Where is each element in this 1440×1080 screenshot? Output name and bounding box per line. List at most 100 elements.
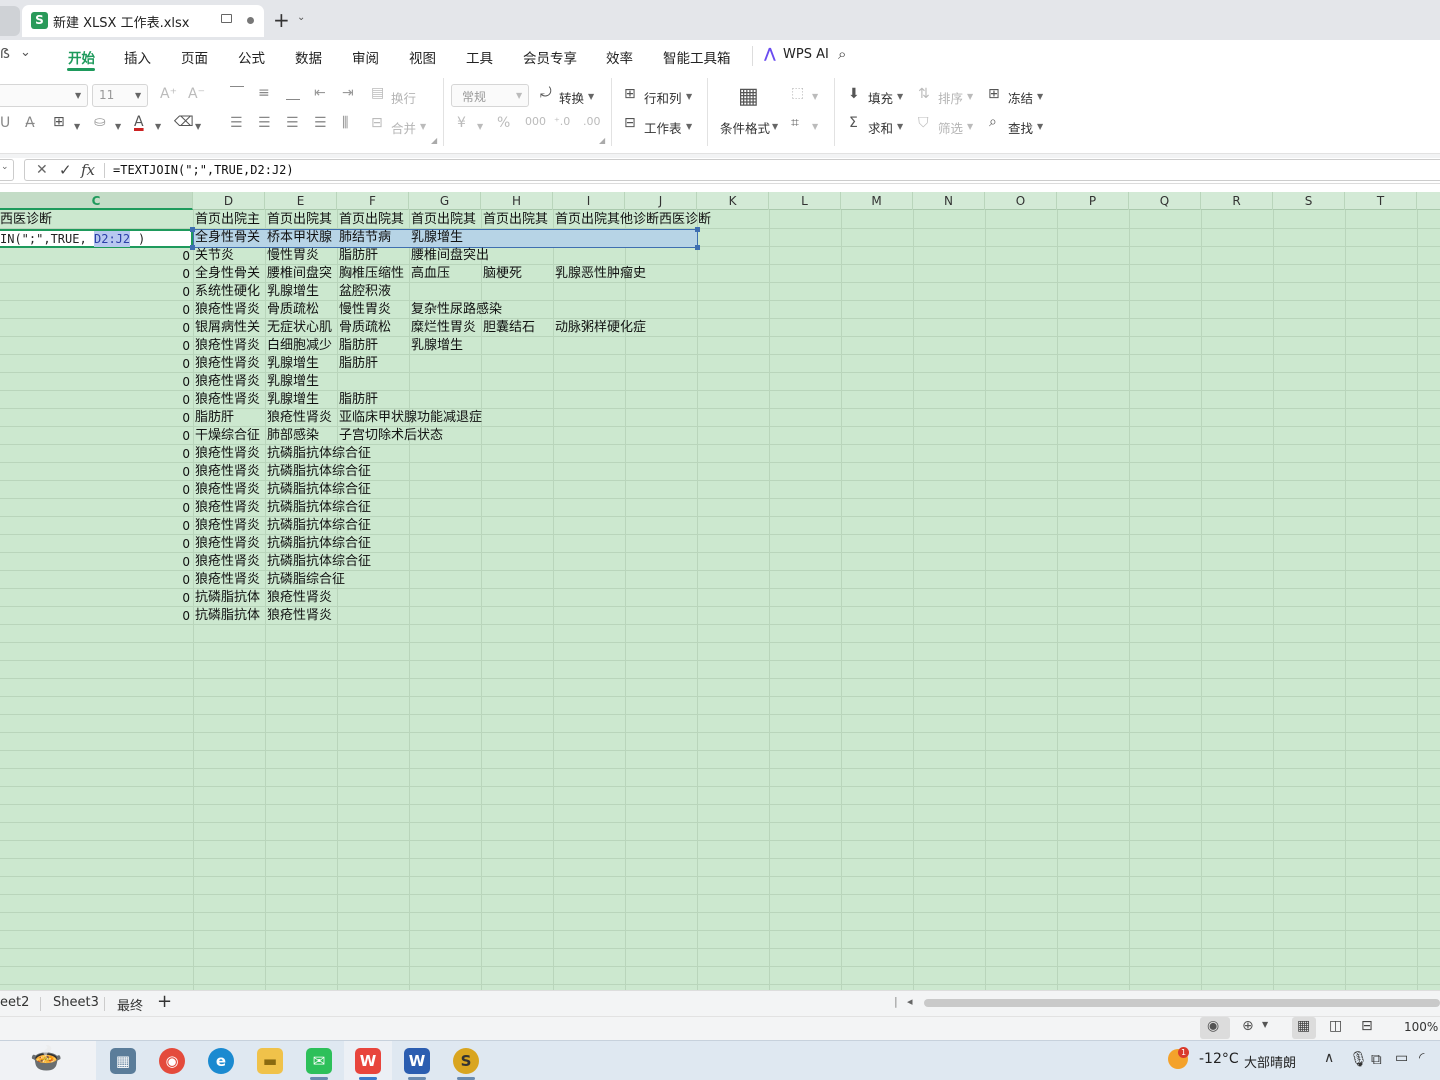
chevron-up-icon[interactable]: ∧ — [1324, 1050, 1334, 1066]
menu-efficiency[interactable]: 效率 — [606, 47, 633, 67]
sheet-tab-sheet3[interactable]: Sheet3 — [53, 995, 99, 1010]
battery-icon[interactable]: ▭ — [1395, 1050, 1408, 1066]
chevron-down-icon[interactable]: ▼ — [420, 122, 426, 131]
cell-d[interactable]: 抗磷脂抗体 — [195, 607, 265, 625]
page-layout-icon[interactable]: ◫ — [1329, 1018, 1342, 1034]
chevron-down-icon[interactable]: ▼ — [477, 122, 483, 131]
cell-c[interactable]: 0 — [0, 517, 190, 535]
unsaved-dot-icon[interactable] — [247, 17, 254, 24]
cell-c[interactable]: 0 — [0, 409, 190, 427]
cell-e[interactable]: 乳腺增生 — [267, 355, 337, 373]
rows-columns-button[interactable]: 行和列 — [644, 88, 682, 107]
strikethrough-icon[interactable]: A̶ — [25, 115, 35, 131]
cell-d[interactable]: 脂肪肝 — [195, 409, 265, 427]
wifi-icon[interactable]: ◜ — [1419, 1050, 1424, 1066]
cell-e[interactable]: 狼疮性肾炎 — [267, 409, 337, 427]
cell-g[interactable]: 糜烂性胃炎 — [411, 319, 481, 337]
distribute-icon[interactable]: ⫼ — [342, 115, 348, 131]
worksheet-button[interactable]: 工作表 — [644, 118, 682, 137]
conditional-format-button[interactable]: 条件格式 — [720, 118, 770, 137]
cell-i[interactable] — [555, 517, 755, 535]
cell-i[interactable] — [555, 589, 755, 607]
border-icon[interactable]: ⊞ — [53, 114, 65, 130]
merge-button[interactable]: 合并 — [391, 118, 416, 137]
sheet-tab-final[interactable]: 最终 — [117, 995, 143, 1014]
chevron-down-icon[interactable]: ▼ — [686, 92, 692, 101]
cell-e[interactable]: 乳腺增生 — [267, 391, 337, 409]
chevron-down-icon[interactable]: ▼ — [1037, 122, 1043, 131]
cell-c[interactable]: 0 — [0, 283, 190, 301]
menu-data[interactable]: 数据 — [295, 47, 322, 67]
cell-e[interactable]: 慢性胃炎 — [267, 247, 337, 265]
menu-formula[interactable]: 公式 — [238, 47, 265, 67]
align-right-icon[interactable]: ☰ — [286, 115, 299, 131]
insert-function-icon[interactable]: fx — [81, 161, 95, 179]
cell-c[interactable]: 0 — [0, 355, 190, 373]
chevron-down-icon[interactable]: ▼ — [155, 122, 161, 131]
confirm-icon[interactable]: ✓ — [59, 161, 72, 179]
dialog-launcher-icon[interactable]: ◢ — [431, 136, 437, 145]
cell-d[interactable]: 干燥综合征 — [195, 427, 265, 445]
cell-d[interactable]: 狼疮性肾炎 — [195, 571, 265, 589]
fill-button[interactable]: 填充 — [868, 88, 893, 107]
word-icon[interactable]: W — [404, 1048, 430, 1074]
previous-tab[interactable] — [0, 6, 20, 36]
eye-protection-toggle[interactable]: ◉ — [1200, 1017, 1230, 1039]
file-menu-fragment[interactable]: ẞ — [0, 47, 10, 62]
weather-description[interactable]: 大部晴朗 — [1244, 1052, 1296, 1071]
wechat-icon[interactable]: ✉ — [306, 1048, 332, 1074]
normal-view-button[interactable]: ▦ — [1292, 1017, 1316, 1039]
wrap-text-button[interactable]: 换行 — [391, 88, 416, 107]
cell-d[interactable]: 全身性骨关 — [195, 229, 265, 247]
cell-i[interactable] — [555, 373, 755, 391]
cell-c[interactable]: 0 — [0, 607, 190, 625]
wps-ai-button[interactable]: WPS AI — [783, 47, 829, 62]
cell-e[interactable]: 肺部感染 — [267, 427, 337, 445]
formula-text[interactable]: =TEXTJOIN(";",TRUE,D2:J2) — [113, 163, 294, 177]
chevron-down-icon[interactable]: ▼ — [812, 122, 818, 131]
cell-i[interactable] — [555, 499, 755, 517]
cell-e[interactable]: 骨质疏松 — [267, 301, 337, 319]
cell-i[interactable] — [555, 301, 755, 319]
increase-font-icon[interactable]: A⁺ — [160, 86, 177, 102]
zoom-level[interactable]: 100% — [1404, 1020, 1438, 1034]
chevron-down-icon[interactable]: ▼ — [967, 122, 973, 131]
chevron-down-icon[interactable]: ▼ — [115, 122, 121, 131]
currency-icon[interactable]: ¥ — [457, 115, 466, 131]
menu-home[interactable]: 开始 — [68, 47, 95, 67]
cell-i[interactable] — [555, 463, 755, 481]
menu-review[interactable]: 审阅 — [352, 47, 379, 67]
cell-c[interactable]: 0 — [0, 301, 190, 319]
convert-button[interactable]: 转换 — [559, 88, 584, 107]
font-name-combo[interactable]: ▼ — [0, 84, 88, 107]
cell-i[interactable]: 动脉粥样硬化症 — [555, 319, 755, 337]
cell-c[interactable]: 0 — [0, 499, 190, 517]
name-box[interactable]: ⌄ — [0, 159, 14, 181]
cell-i[interactable] — [555, 535, 755, 553]
cell-c[interactable]: 0 — [0, 571, 190, 589]
align-bottom-icon[interactable]: ⎽ — [286, 85, 300, 101]
chevron-down-icon[interactable]: ▼ — [812, 92, 818, 101]
cell-d[interactable]: 银屑病性关 — [195, 319, 265, 337]
cell-h[interactable]: 脑梗死 — [483, 265, 553, 283]
scroll-left-icon[interactable]: ◂ — [907, 995, 913, 1008]
font-color-icon[interactable]: A — [134, 114, 144, 130]
page-break-icon[interactable]: ⊟ — [1361, 1018, 1373, 1034]
cell-d[interactable]: 全身性骨关 — [195, 265, 265, 283]
menu-member[interactable]: 会员专享 — [523, 47, 577, 67]
cell-i[interactable] — [555, 355, 755, 373]
chevron-down-icon[interactable]: ▼ — [195, 122, 201, 131]
screen-share-icon[interactable]: ⧉ — [1371, 1050, 1382, 1068]
cell-c[interactable]: 0 — [0, 427, 190, 445]
cell-i[interactable] — [555, 445, 755, 463]
cell-d[interactable]: 狼疮性肾炎 — [195, 499, 265, 517]
decrease-font-icon[interactable]: A⁻ — [188, 86, 205, 102]
cell-e[interactable]: 腰椎间盘突 — [267, 265, 337, 283]
cell-i[interactable] — [555, 409, 755, 427]
wps-taskbar-slot[interactable]: W — [344, 1041, 392, 1080]
cell-d[interactable]: 狼疮性肾炎 — [195, 373, 265, 391]
menu-tools[interactable]: 工具 — [466, 47, 493, 67]
cell-d[interactable]: 狼疮性肾炎 — [195, 355, 265, 373]
cell-c[interactable]: 0 — [0, 337, 190, 355]
menu-view[interactable]: 视图 — [409, 47, 436, 67]
